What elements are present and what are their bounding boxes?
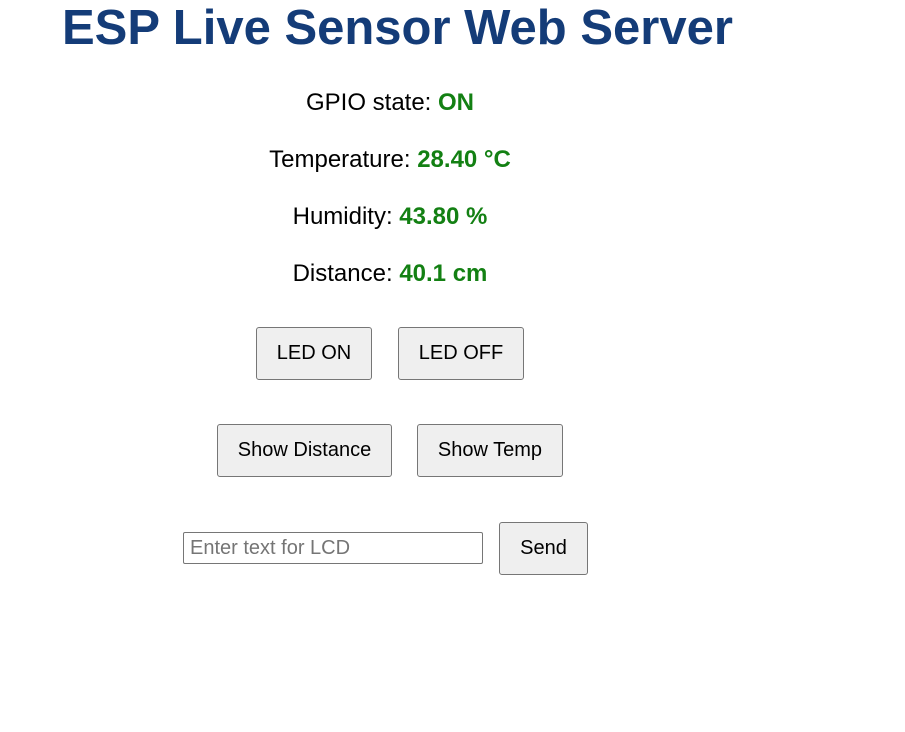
led-on-button[interactable]: LED ON <box>256 327 372 380</box>
send-button[interactable]: Send <box>499 522 588 575</box>
temperature-row: Temperature: 28.40 °C <box>0 146 780 174</box>
gpio-state-value: ON <box>438 89 475 116</box>
temperature-label: Temperature: <box>269 146 418 173</box>
distance-row: Distance: 40.1 cm <box>0 260 780 288</box>
humidity-label: Humidity: <box>292 203 400 230</box>
gpio-state-label: GPIO state: <box>305 89 439 116</box>
humidity-value: 43.80 % <box>399 203 488 230</box>
page-title: ESP Live Sensor Web Server <box>62 1 733 55</box>
distance-label: Distance: <box>292 260 400 287</box>
gpio-state-row: GPIO state: ON <box>0 89 780 117</box>
led-off-button[interactable]: LED OFF <box>398 327 524 380</box>
lcd-text-input[interactable] <box>183 532 483 564</box>
humidity-row: Humidity: 43.80 % <box>0 203 780 231</box>
show-distance-button[interactable]: Show Distance <box>217 424 392 477</box>
temperature-value: 28.40 °C <box>417 146 511 173</box>
distance-value: 40.1 cm <box>399 260 488 287</box>
show-temp-button[interactable]: Show Temp <box>417 424 563 477</box>
page: ESP Live Sensor Web Server GPIO state: O… <box>0 0 905 732</box>
